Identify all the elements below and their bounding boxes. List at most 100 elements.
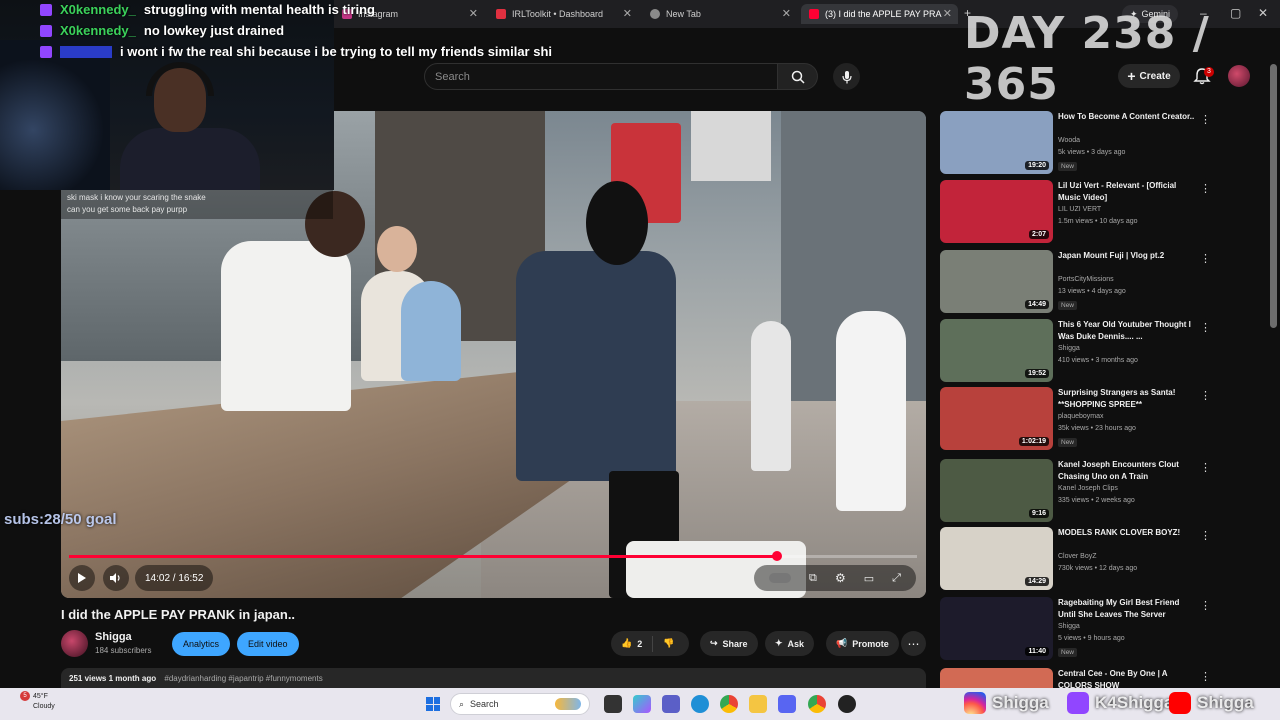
share-button[interactable]: ↪ Share <box>700 631 758 656</box>
chrome-icon[interactable] <box>808 695 826 713</box>
progress-bar[interactable] <box>69 551 917 561</box>
recommended-video[interactable]: 19:52 This 6 Year Old Youtuber Thought I … <box>940 319 1240 383</box>
recommended-video[interactable]: 19:20 How To Become A Content Creator.. Wo… <box>940 111 1240 175</box>
channel-avatar[interactable] <box>61 630 88 657</box>
dislike-button[interactable]: 👎 <box>653 631 684 656</box>
recommended-video[interactable]: 11:40 Ragebaiting My Girl Best Friend Unt… <box>940 597 1240 661</box>
recommended-title[interactable]: Surprising Strangers as Santa! **SHOPPIN… <box>1058 387 1198 411</box>
recommended-channel[interactable]: Shigga <box>1058 345 1080 352</box>
video-thumbnail[interactable]: 2:07 <box>940 180 1053 243</box>
subs-goal-overlay: subs:28/50 goal <box>4 511 117 528</box>
recommended-video[interactable]: 2:07 Lil Uzi Vert - Relevant - [Official … <box>940 180 1240 244</box>
discord-icon[interactable] <box>778 695 796 713</box>
video-frame-person <box>221 241 351 411</box>
like-button[interactable]: 👍 2 <box>611 631 652 656</box>
close-icon[interactable]: ✕ <box>782 7 791 20</box>
file-explorer-icon[interactable] <box>749 695 767 713</box>
tab-new-tab[interactable]: New Tab ✕ <box>642 4 797 24</box>
video-duration: 2:07 <box>1028 230 1049 239</box>
video-thumbnail[interactable]: 14:49 <box>940 250 1053 313</box>
recommended-video[interactable]: 9:16 Kanel Joseph Encounters Clout Chasin… <box>940 459 1240 523</box>
recommended-title[interactable]: MODELS RANK CLOVER BOYZ! <box>1058 527 1198 539</box>
recommended-title[interactable]: Japan Mount Fuji | Vlog pt.2 <box>1058 250 1198 262</box>
recommended-title[interactable]: This 6 Year Old Youtuber Thought I Was D… <box>1058 319 1198 343</box>
weather-widget[interactable]: 45°F Cloudy <box>33 692 55 712</box>
more-options-icon[interactable]: ⋮ <box>1200 670 1211 683</box>
webcam-streamer <box>120 62 260 190</box>
recommended-channel[interactable]: LIL UZI VERT <box>1058 206 1101 213</box>
new-badge: New <box>1058 648 1078 657</box>
video-thumbnail[interactable]: 19:52 <box>940 319 1053 382</box>
chat-username <box>60 45 112 58</box>
taskbar-search[interactable]: ⌕ Search <box>450 693 590 715</box>
tab-youtube-active[interactable]: (3) I did the APPLE PAY PRA ✕ <box>801 4 958 24</box>
close-icon[interactable]: ✕ <box>943 7 952 20</box>
recommended-title[interactable]: Kanel Joseph Encounters Clout Chasing Un… <box>1058 459 1198 483</box>
recommended-title[interactable]: Lil Uzi Vert - Relevant - [Official Musi… <box>1058 180 1198 204</box>
ask-button[interactable]: ✦ Ask <box>765 631 815 656</box>
recommended-title[interactable]: Ragebaiting My Girl Best Friend Until Sh… <box>1058 597 1198 621</box>
recommended-video[interactable]: 1:02:19 Surprising Strangers as Santa! **… <box>940 387 1240 451</box>
more-options-icon[interactable]: ⋮ <box>1200 113 1211 126</box>
windows-start-icon[interactable] <box>426 697 440 711</box>
video-duration: 9:16 <box>1028 509 1049 518</box>
video-thumbnail[interactable]: 11:40 <box>940 597 1053 660</box>
mute-button[interactable] <box>103 565 129 591</box>
task-view-icon[interactable] <box>604 695 622 713</box>
video-thumbnail[interactable]: 19:20 <box>940 111 1053 174</box>
more-options-icon[interactable]: ⋮ <box>1200 389 1211 402</box>
microphone-icon <box>841 70 852 83</box>
video-thumbnail[interactable]: 1:02:19 <box>940 387 1053 450</box>
search-input[interactable] <box>424 63 779 90</box>
teams-icon[interactable] <box>662 695 680 713</box>
captions-icon[interactable]: ⧉ <box>809 572 817 585</box>
voice-search-button[interactable] <box>833 63 860 90</box>
video-thumbnail[interactable]: 14:29 <box>940 527 1053 590</box>
video-thumbnail[interactable]: 9:16 <box>940 459 1053 522</box>
more-options-icon[interactable]: ⋮ <box>1200 321 1211 334</box>
chrome-icon[interactable] <box>720 695 738 713</box>
close-icon[interactable]: ✕ <box>623 7 632 20</box>
edit-video-button[interactable]: Edit video <box>237 632 299 656</box>
settings-icon[interactable]: ⚙ <box>835 571 846 585</box>
recommended-video[interactable]: 14:29 MODELS RANK CLOVER BOYZ! Clover BoyZ… <box>940 527 1240 591</box>
copilot-icon[interactable] <box>633 695 651 713</box>
more-options-icon[interactable]: ⋮ <box>1200 252 1211 265</box>
more-actions-icon[interactable]: ⋯ <box>901 631 926 656</box>
play-button[interactable] <box>69 565 95 591</box>
recommended-channel[interactable]: Wooda <box>1058 137 1080 144</box>
recommended-channel[interactable]: Shigga <box>1058 623 1080 630</box>
tab-irltoolkit[interactable]: IRLToolkit • Dashboard ✕ <box>488 4 638 24</box>
miniplayer-icon[interactable]: ▭ <box>864 572 874 585</box>
recommended-channel[interactable]: Kanel Joseph Clips <box>1058 485 1118 492</box>
obs-icon[interactable] <box>838 695 856 713</box>
analytics-button[interactable]: Analytics <box>172 632 231 656</box>
channel-name[interactable]: Shigga <box>95 631 132 643</box>
new-badge: New <box>1058 301 1078 310</box>
close-icon[interactable]: ✕ <box>469 7 478 20</box>
social-handle: Shigga <box>1197 693 1254 712</box>
recommended-meta: 35k views • 23 hours ago <box>1058 425 1136 432</box>
social-instagram: Shigga <box>964 690 1049 716</box>
promote-button[interactable]: 📢 Promote <box>826 631 899 656</box>
ask-label: Ask <box>787 638 805 649</box>
autoplay-toggle[interactable] <box>769 573 792 583</box>
more-options-icon[interactable]: ⋮ <box>1200 182 1211 195</box>
more-options-icon[interactable]: ⋮ <box>1200 599 1211 612</box>
recommended-video[interactable]: Central Cee - One By One | A COLORS SHOW… <box>940 668 1240 720</box>
more-options-icon[interactable]: ⋮ <box>1200 461 1211 474</box>
recommended-channel[interactable]: PortsCityMissions <box>1058 276 1114 283</box>
edge-icon[interactable] <box>691 695 709 713</box>
webcam-window-view <box>0 40 110 190</box>
recommended-channel[interactable]: plaqueboymax <box>1058 413 1104 420</box>
scrollbar[interactable] <box>1270 64 1277 328</box>
search-button[interactable] <box>778 63 818 90</box>
recommended-title[interactable]: How To Become A Content Creator.. <box>1058 111 1198 123</box>
recommended-channel[interactable]: Clover BoyZ <box>1058 553 1097 560</box>
fullscreen-icon[interactable]: ⤢ <box>892 572 901 585</box>
stream-chat-overlay: ski mask i know your scaring the snake c… <box>61 189 333 219</box>
recommended-meta: 1.5m views • 10 days ago <box>1058 218 1138 225</box>
recommended-video[interactable]: 14:49 Japan Mount Fuji | Vlog pt.2 PortsCi… <box>940 250 1240 314</box>
more-options-icon[interactable]: ⋮ <box>1200 529 1211 542</box>
hashtags[interactable]: #daydrianharding #japantrip #funnymoment… <box>164 674 322 683</box>
